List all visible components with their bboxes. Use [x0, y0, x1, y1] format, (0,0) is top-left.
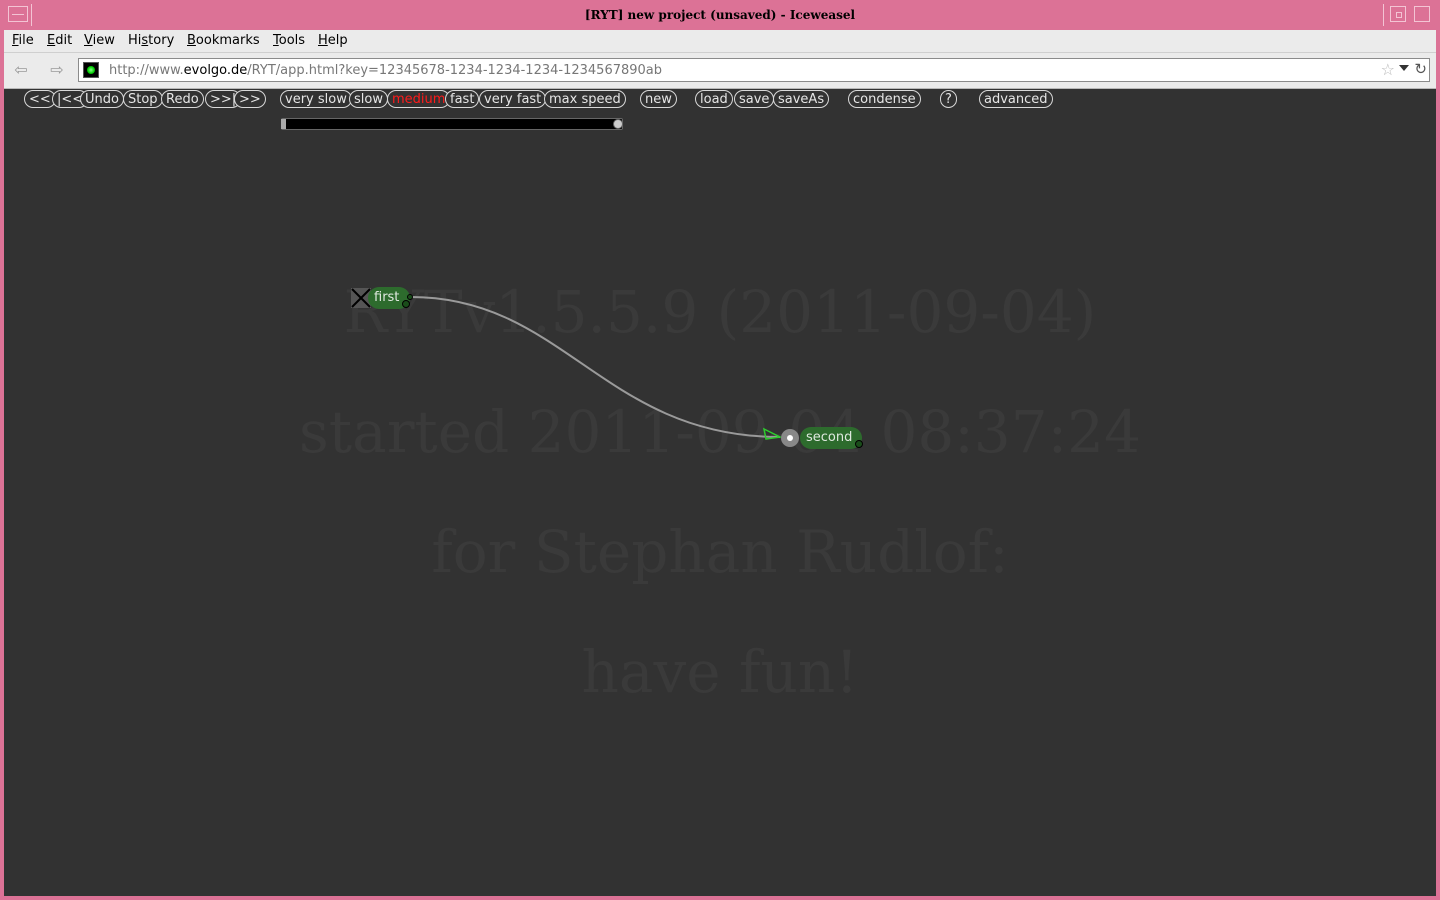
- star-icon[interactable]: ☆: [1381, 60, 1395, 79]
- url-domain: evolgo.de: [183, 63, 248, 78]
- menu-edit[interactable]: Edit: [47, 33, 72, 48]
- node-second[interactable]: second: [800, 427, 862, 449]
- window-title: [RYT] new project (unsaved) - Iceweasel: [584, 8, 856, 22]
- menu-bar: File Edit View History Bookmarks Tools H…: [4, 30, 1436, 53]
- menu-bookmarks[interactable]: Bookmarks: [187, 33, 260, 48]
- graph-edges: [410, 296, 783, 440]
- menu-tools[interactable]: Tools: [273, 33, 305, 48]
- forward-arrow-icon[interactable]: ⇨: [44, 59, 70, 81]
- window-minimize-button[interactable]: [1390, 6, 1406, 22]
- node-first-edge-anchor[interactable]: [407, 294, 413, 300]
- window-border-bottom: [0, 896, 1440, 900]
- window-maximize-button[interactable]: [1414, 6, 1430, 22]
- navigation-toolbar: ⇦ ⇨ http://www.evolgo.de/RYT/app.html?ke…: [4, 53, 1436, 89]
- url-path: /RYT/app.html?key=12345678-1234-1234-123…: [247, 63, 663, 78]
- node-first-output-port[interactable]: [402, 300, 410, 308]
- node-label: second: [806, 430, 853, 445]
- menu-history[interactable]: History: [128, 33, 174, 48]
- node-label: first: [374, 290, 400, 305]
- edge-first-to-second[interactable]: [410, 296, 781, 438]
- titlebar-divider: [1383, 4, 1384, 26]
- node-second-output-port[interactable]: [855, 440, 863, 448]
- menu-view[interactable]: View: [84, 33, 115, 48]
- url-dropdown-icon[interactable]: [1399, 65, 1409, 71]
- site-favicon-icon[interactable]: [83, 62, 99, 78]
- edge-arrow-icon: [762, 427, 783, 440]
- reload-icon[interactable]: ↻: [1414, 60, 1427, 78]
- menu-file[interactable]: File: [12, 33, 34, 48]
- url-bar[interactable]: http://www.evolgo.de/RYT/app.html?key=12…: [78, 58, 1430, 82]
- menu-help[interactable]: Help: [318, 33, 348, 48]
- url-text[interactable]: http://www.evolgo.de/RYT/app.html?key=12…: [109, 63, 662, 78]
- app-canvas[interactable]: RYTv1.5.5.9 (2011-09-04) started 2011-09…: [4, 89, 1436, 896]
- back-arrow-icon[interactable]: ⇦: [8, 59, 34, 81]
- node-second-input-port[interactable]: [781, 429, 799, 447]
- window-border-right: [1436, 30, 1440, 900]
- window-titlebar[interactable]: [RYT] new project (unsaved) - Iceweasel: [0, 0, 1440, 30]
- url-prefix: http://www.: [109, 63, 184, 78]
